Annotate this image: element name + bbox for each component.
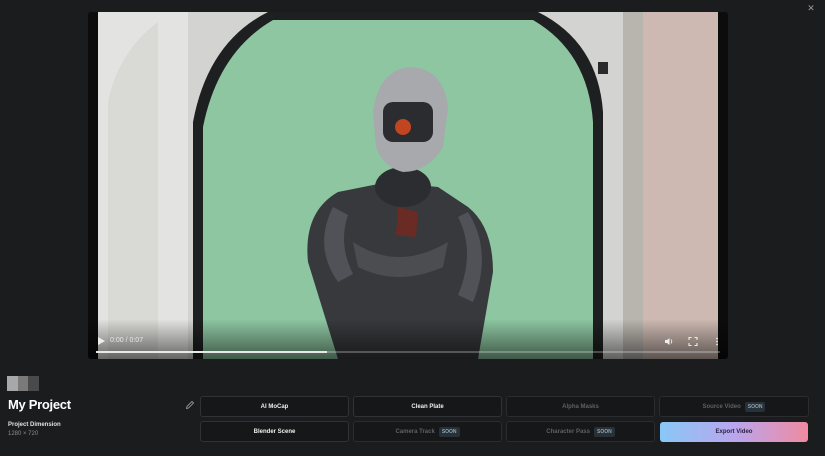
progress-bar-fill <box>96 351 327 353</box>
thumbnail-swatch <box>7 376 18 391</box>
clean-plate-button[interactable]: Clean Plate <box>353 396 502 417</box>
progress-bar[interactable] <box>96 351 720 353</box>
blender-scene-button[interactable]: Blender Scene <box>200 421 349 442</box>
character-pass-button: Character Pass SOON <box>506 421 655 442</box>
ai-mocap-label: AI MoCap <box>260 403 289 410</box>
pencil-icon[interactable] <box>185 400 195 410</box>
export-video-label: Export Video <box>715 429 753 435</box>
more-vertical-icon[interactable] <box>712 336 722 347</box>
project-dimension-value: 1280 × 720 <box>8 431 39 437</box>
volume-icon[interactable] <box>664 336 674 347</box>
controls-overlay <box>88 319 728 359</box>
video-player[interactable]: 0:00 / 0:07 <box>88 12 728 359</box>
alpha-masks-label: Alpha Masks <box>562 403 599 410</box>
fullscreen-icon[interactable] <box>688 336 698 347</box>
soon-badge: SOON <box>593 426 615 437</box>
export-video-button[interactable]: Export Video <box>660 422 808 442</box>
character-pass-label: Character Pass <box>546 428 590 435</box>
soon-badge: SOON <box>744 401 766 412</box>
project-thumbnail <box>7 376 40 391</box>
soon-badge: SOON <box>438 426 460 437</box>
close-icon[interactable]: ✕ <box>805 2 817 14</box>
source-video-label: Source Video <box>702 403 741 410</box>
time-display: 0:00 / 0:07 <box>110 337 144 344</box>
camera-track-button: Camera Track SOON <box>353 421 502 442</box>
source-video-button: Source Video SOON <box>659 396 809 417</box>
alpha-masks-button: Alpha Masks <box>506 396 655 417</box>
video-thumbnail-image <box>98 12 718 359</box>
clean-plate-label: Clean Plate <box>411 403 444 410</box>
video-frame <box>98 12 718 359</box>
thumbnail-swatch <box>17 376 29 391</box>
camera-track-label: Camera Track <box>395 428 435 435</box>
project-dimension-label: Project Dimension <box>8 422 61 428</box>
ai-mocap-button[interactable]: AI MoCap <box>200 396 349 417</box>
project-title: My Project <box>8 397 71 412</box>
thumbnail-swatch <box>28 376 40 391</box>
blender-scene-label: Blender Scene <box>253 428 296 435</box>
play-icon[interactable] <box>96 336 106 346</box>
